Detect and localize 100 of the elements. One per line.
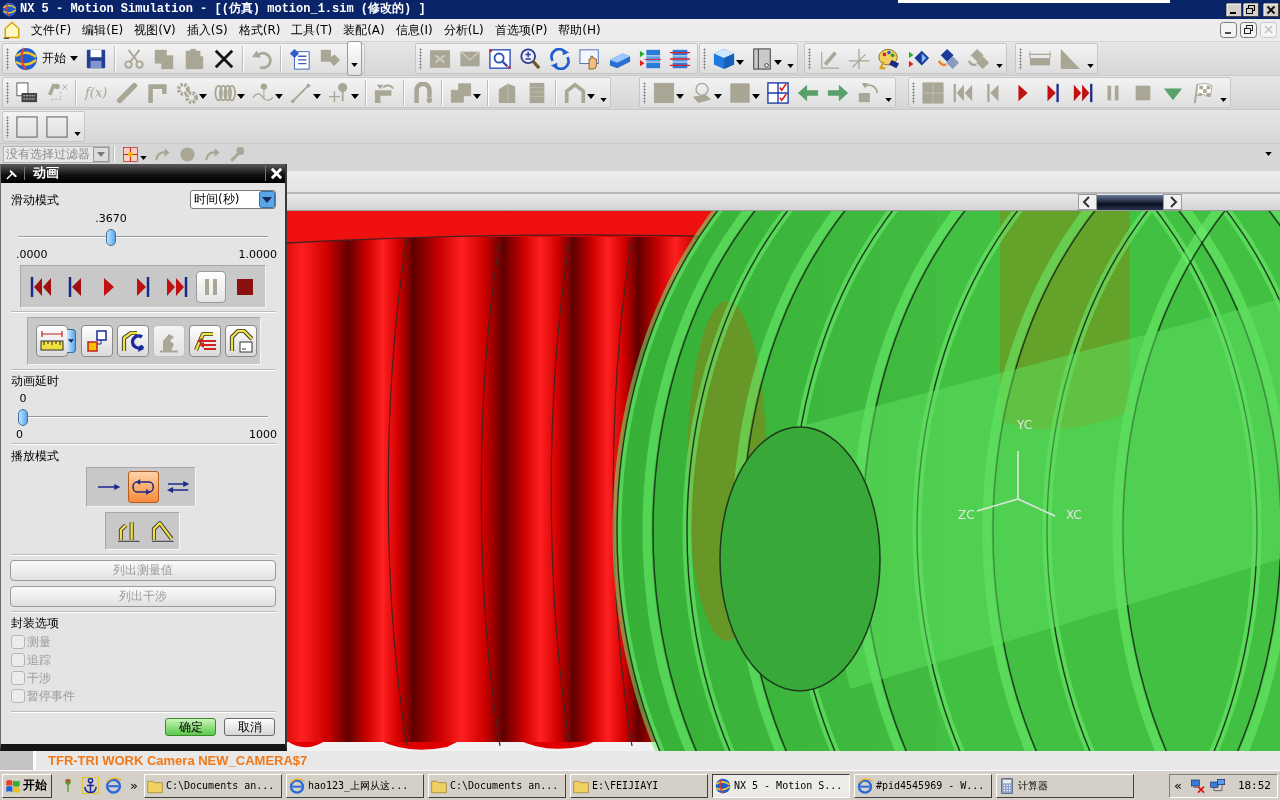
menu-item[interactable]: 信息(I) — [390, 22, 438, 38]
taskbar-button[interactable]: C:\Documents an... — [427, 773, 566, 798]
restore-button[interactable] — [1243, 2, 1259, 17]
menu-item[interactable]: 视图(V) — [129, 22, 181, 38]
taskbar-button[interactable]: #pid4545969 - W... — [853, 773, 992, 798]
time-unit-dropdown[interactable]: 时间(秒) — [190, 190, 276, 209]
taskbar-button[interactable]: hao123_上网从这... — [285, 773, 424, 798]
square-icon[interactable] — [16, 115, 38, 138]
minimize-button[interactable] — [1226, 2, 1242, 17]
diamonds-icon[interactable] — [938, 47, 960, 70]
stacked-boxes-icon[interactable] — [639, 47, 661, 70]
axis-label: ZC — [958, 509, 975, 522]
caret-icon[interactable] — [885, 97, 893, 102]
field-label: 滑动模式 — [11, 192, 59, 207]
slider-thumb[interactable] — [106, 229, 117, 246]
network-icon[interactable] — [1209, 777, 1226, 794]
caret-icon[interactable] — [600, 97, 608, 102]
globe-icon — [14, 46, 38, 71]
scroll-right-button[interactable] — [1163, 194, 1182, 210]
caret-icon[interactable] — [1220, 97, 1228, 102]
toolbar-grip[interactable] — [912, 81, 916, 104]
toolbar-grip[interactable] — [6, 115, 9, 138]
zoom-icon[interactable] — [519, 47, 541, 70]
cube-icon[interactable] — [713, 47, 735, 70]
caret-icon[interactable] — [70, 56, 78, 61]
menu-item[interactable]: 文件(F) — [26, 22, 77, 38]
toolbar-grip[interactable] — [808, 47, 811, 70]
windows-flag-icon — [5, 777, 21, 794]
tray-toggle-button[interactable]: « — [1173, 777, 1182, 794]
caret-icon[interactable] — [351, 62, 358, 67]
taskbar-button[interactable]: NX 5 - Motion S... — [711, 773, 850, 798]
slider-max-label: 1.0000 — [238, 248, 277, 261]
browser-icon — [856, 777, 873, 794]
horizontal-scrollbar[interactable] — [287, 194, 1280, 211]
taskbar-button[interactable]: E:\FEIJIAYI — [569, 773, 708, 798]
taskbar-button[interactable]: 计算器 — [995, 773, 1134, 798]
loop-icon[interactable] — [128, 471, 159, 503]
dialog-title: 动画 — [33, 165, 59, 181]
close-button[interactable] — [1263, 2, 1279, 17]
minimize-button[interactable] — [1220, 22, 1237, 38]
slider-thumb[interactable] — [18, 409, 28, 426]
toolbar-grip[interactable] — [6, 81, 9, 104]
menu-item[interactable]: 格式(R) — [233, 22, 286, 38]
caret-icon[interactable] — [996, 63, 1003, 68]
menu-item[interactable]: 插入(S) — [181, 22, 233, 38]
browser-icon[interactable] — [105, 777, 122, 794]
square-icon[interactable] — [46, 115, 68, 138]
pin-icon[interactable] — [5, 166, 25, 180]
menu-item[interactable]: 工具(T) — [286, 22, 338, 38]
toolbar-overflow-button[interactable] — [347, 41, 362, 76]
hand-icon[interactable] — [579, 47, 601, 70]
ok-button[interactable]: 确定 — [165, 718, 216, 736]
squares-icon[interactable] — [81, 325, 113, 357]
caret-icon[interactable] — [774, 60, 782, 65]
caret-icon[interactable] — [1265, 152, 1272, 157]
stacked-boxes-icon[interactable] — [669, 47, 691, 70]
delete-icon[interactable] — [213, 47, 235, 70]
ruler-icon[interactable] — [36, 325, 68, 357]
calculator-icon — [998, 777, 1015, 794]
menu-item[interactable]: 首选项(P) — [489, 22, 553, 38]
arrows-icon[interactable] — [189, 325, 221, 357]
start-button[interactable]: 开始 — [2, 773, 52, 798]
globe-icon[interactable] — [2, 2, 17, 17]
caret-icon[interactable] — [787, 63, 794, 68]
anchor-icon[interactable] — [82, 777, 99, 794]
menu-item[interactable]: 编辑(E) — [77, 22, 129, 38]
more-button[interactable]: » — [130, 777, 138, 794]
scroll-thumb[interactable] — [1097, 194, 1163, 210]
restore-button[interactable] — [1240, 22, 1257, 38]
linkage-icon[interactable] — [225, 325, 257, 357]
toolbar-grip[interactable] — [6, 47, 9, 70]
cancel-button[interactable]: 取消 — [224, 718, 275, 736]
taskbar-button[interactable]: C:\Documents an... — [143, 773, 282, 798]
network-error-icon[interactable] — [1189, 777, 1206, 794]
panel-icon[interactable] — [751, 47, 773, 70]
skip-forward-icon[interactable] — [1072, 81, 1095, 104]
checkbox-label: 追踪 — [27, 652, 51, 668]
toolbar-grip[interactable] — [703, 47, 706, 70]
document-list-icon[interactable] — [289, 47, 311, 70]
save-icon[interactable] — [85, 47, 107, 70]
toolbar-grip[interactable] — [1019, 47, 1022, 70]
menu-item[interactable]: 分析(L) — [438, 22, 489, 38]
zoom-window-icon[interactable] — [489, 47, 511, 70]
keyboard-icon[interactable] — [16, 81, 38, 104]
menu-item[interactable]: 装配(A) — [338, 22, 390, 38]
toolbar-grip[interactable] — [643, 81, 647, 104]
start-button[interactable]: 开始 — [12, 44, 81, 73]
scroll-left-button[interactable] — [1078, 194, 1097, 210]
browser-icon — [288, 777, 305, 794]
caret-icon[interactable] — [736, 60, 744, 65]
close-button[interactable] — [265, 165, 284, 181]
menu-item[interactable]: 帮助(H) — [553, 22, 606, 38]
checklist-icon[interactable] — [767, 81, 790, 104]
toolbar-grip[interactable] — [419, 47, 422, 70]
palette-icon[interactable] — [878, 47, 900, 70]
camera-label: TFR-TRI WORK Camera NEW_CAMERA$7 — [48, 752, 308, 769]
linkage-icon[interactable] — [117, 325, 149, 357]
caret-icon[interactable] — [74, 131, 81, 136]
caret-icon[interactable] — [1087, 63, 1094, 68]
rotate-icon[interactable] — [549, 47, 571, 70]
